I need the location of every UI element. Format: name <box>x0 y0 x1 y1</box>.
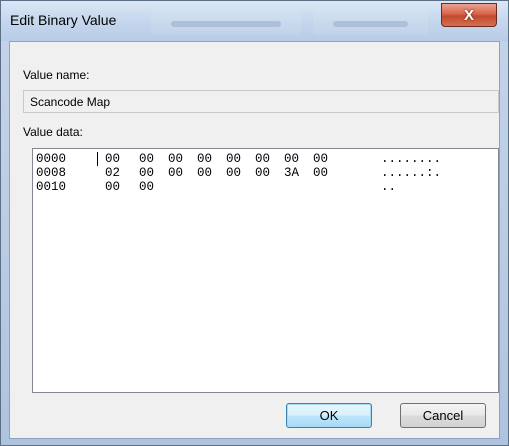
hex-byte: 00 <box>226 166 242 180</box>
hex-row: 0000 00 00 00 00 00 00 00 00........ <box>36 152 496 166</box>
window-title: Edit Binary Value <box>10 12 117 28</box>
hex-byte: 00 <box>168 166 184 180</box>
hex-byte: 00 <box>313 166 329 180</box>
hex-byte: 00 <box>139 180 155 194</box>
close-icon: X <box>463 6 474 24</box>
hex-byte: 00 <box>226 152 242 166</box>
hex-byte: 00 <box>139 152 155 166</box>
hex-ascii: .. <box>381 180 397 194</box>
hex-byte: 00 <box>284 152 300 166</box>
value-name-label: Value name: <box>23 68 90 82</box>
cancel-button[interactable]: Cancel <box>400 403 486 428</box>
hex-offset: 0010 <box>36 180 67 194</box>
hex-byte: 00 <box>168 152 184 166</box>
edit-binary-value-dialog: Edit Binary Value X Value name: Scancode… <box>0 0 509 446</box>
value-data-label: Value data: <box>23 125 83 139</box>
hex-byte: 00 <box>105 180 121 194</box>
hex-byte: 00 <box>313 152 329 166</box>
value-data-hex-editor[interactable]: 0000 00 00 00 00 00 00 00 00........ 0008 02 00 00 00… <box>32 148 499 393</box>
title-bar[interactable]: Edit Binary Value X <box>1 1 508 41</box>
background-blur-area <box>151 7 301 35</box>
ok-button[interactable]: OK <box>286 403 372 428</box>
hex-ascii: ........ <box>381 152 442 166</box>
hex-row: 0008 02 00 00 00 00 00 3A 00......:. <box>36 166 496 180</box>
hex-byte: 00 <box>255 166 271 180</box>
hex-byte: 00 <box>255 152 271 166</box>
hex-byte: 00 <box>197 152 213 166</box>
hex-byte: 3A <box>284 166 300 180</box>
background-blur-area-2 <box>313 7 428 35</box>
hex-byte: 02 <box>105 166 121 180</box>
hex-row: 0010 00 00.. <box>36 180 496 194</box>
hex-byte: 00 <box>105 152 121 166</box>
hex-byte: 00 <box>139 166 155 180</box>
hex-ascii: ......:. <box>381 166 442 180</box>
hex-byte: 00 <box>197 166 213 180</box>
hex-offset: 0008 <box>36 166 67 180</box>
value-name-field[interactable]: Scancode Map <box>23 90 499 113</box>
hex-offset: 0000 <box>36 152 67 166</box>
close-button[interactable]: X <box>441 3 497 27</box>
